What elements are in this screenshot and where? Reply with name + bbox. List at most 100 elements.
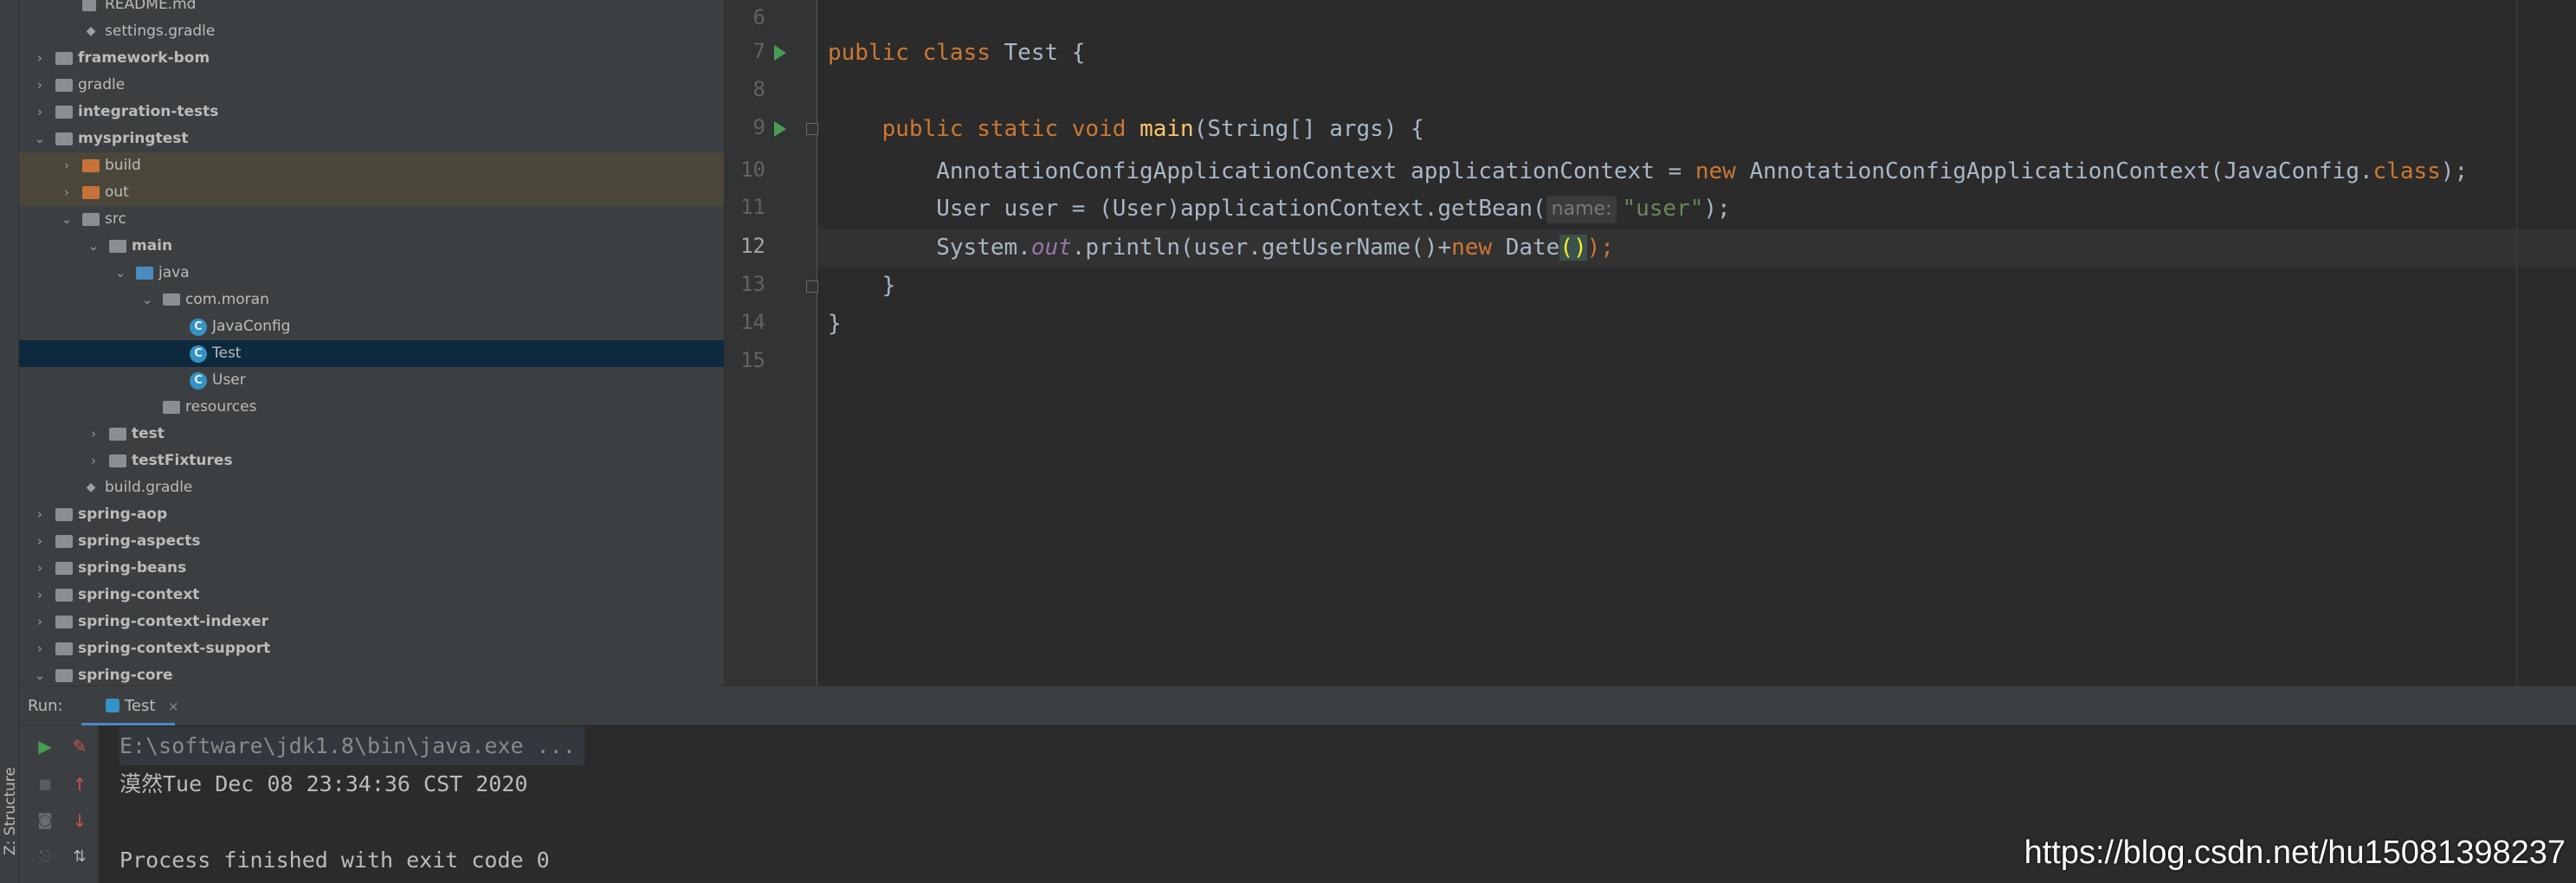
- console-line-command[interactable]: E:\software\jdk1.8\bin\java.exe ...: [119, 727, 584, 765]
- chevron-down-icon[interactable]: ⌄: [33, 662, 47, 686]
- tree-item-settings-gradle[interactable]: ◆ settings.gradle: [19, 18, 726, 45]
- stop-icon[interactable]: ■: [33, 772, 57, 796]
- clear-output-icon[interactable]: ✎: [68, 734, 92, 758]
- tree-item-readme-md[interactable]: README.md: [19, 0, 726, 18]
- line-number: 14: [740, 310, 765, 334]
- fold-end-icon[interactable]: [806, 280, 818, 293]
- line-number: 11: [740, 195, 765, 219]
- run-main-icon[interactable]: [774, 121, 786, 137]
- tree-item-label: resources: [185, 398, 257, 416]
- folder-icon: [55, 52, 73, 65]
- folder-icon: [82, 213, 100, 226]
- camera-icon[interactable]: ◙: [33, 809, 57, 833]
- exit-icon[interactable]: ⎋: [33, 845, 57, 869]
- chevron-down-icon[interactable]: ⌄: [87, 233, 100, 260]
- tree-item-com-moran[interactable]: ⌄ com.moran: [19, 287, 726, 313]
- tree-item-test[interactable]: › test: [19, 421, 726, 448]
- folder-icon: [163, 401, 180, 414]
- tree-item-gradle[interactable]: › gradle: [19, 72, 726, 99]
- folder-icon: [55, 132, 73, 145]
- chevron-right-icon[interactable]: ›: [33, 501, 47, 528]
- fold-start-icon[interactable]: [806, 123, 818, 135]
- chevron-right-icon[interactable]: ›: [87, 421, 100, 448]
- chevron-right-icon[interactable]: ›: [60, 179, 74, 206]
- code-line-14: }: [828, 311, 842, 337]
- chevron-right-icon[interactable]: ›: [33, 582, 47, 609]
- tree-item-spring-context-support[interactable]: › spring-context-support: [19, 635, 726, 662]
- tree-item-label: User: [212, 371, 246, 389]
- line-number: 6: [752, 5, 765, 29]
- tree-item-main[interactable]: ⌄ main: [19, 233, 726, 260]
- chevron-right-icon[interactable]: ›: [33, 72, 47, 99]
- tree-item-framework-bom[interactable]: › framework-bom: [19, 45, 726, 72]
- run-class-icon[interactable]: [774, 45, 786, 61]
- structure-tab-label: Z: Structure: [2, 767, 19, 855]
- tree-item-myspringtest[interactable]: ⌄ myspringtest: [19, 126, 726, 152]
- line-number: 8: [752, 77, 765, 101]
- chevron-down-icon[interactable]: ⌄: [113, 260, 127, 287]
- tree-item-label: framework-bom: [78, 49, 210, 67]
- right-margin-guide: [2516, 0, 2517, 686]
- close-icon[interactable]: ×: [168, 686, 179, 726]
- arrow-up-icon[interactable]: ↑: [68, 772, 92, 796]
- tree-item-label: spring-aspects: [78, 532, 201, 550]
- editor-gutter: 6 7 8 9 10 11 12 13 14 15: [726, 0, 818, 686]
- rerun-icon[interactable]: ▶: [33, 734, 57, 758]
- folder-icon: [109, 240, 126, 253]
- tree-item-spring-aspects[interactable]: › spring-aspects: [19, 528, 726, 555]
- tree-item-testfixtures[interactable]: › testFixtures: [19, 448, 726, 474]
- left-tool-strip: Z: Structure: [0, 0, 19, 883]
- tree-item-label: spring-context-support: [78, 640, 271, 657]
- structure-tool-tab[interactable]: Z: Structure: [0, 762, 19, 866]
- line-number: 9: [752, 115, 765, 139]
- sort-icon[interactable]: ⇅: [68, 845, 92, 869]
- package-icon: [163, 293, 180, 306]
- tree-item-build-gradle[interactable]: ◆ build.gradle: [19, 474, 726, 501]
- watermark: https://blog.csdn.net/hu15081398237: [2024, 835, 2566, 871]
- chevron-right-icon[interactable]: ›: [33, 528, 47, 555]
- tree-item-label: Test: [212, 345, 242, 362]
- console-line-exit: Process finished with exit code 0: [119, 848, 550, 873]
- tree-item-label: spring-context: [78, 586, 200, 603]
- code-line-9: public static void main(String[] args) {: [881, 116, 1424, 142]
- tree-item-build[interactable]: › build: [19, 152, 726, 179]
- markdown-file-icon: [82, 0, 96, 11]
- tree-item-src[interactable]: ⌄ src: [19, 206, 726, 233]
- tree-item-spring-context-indexer[interactable]: › spring-context-indexer: [19, 609, 726, 635]
- tree-item-java[interactable]: ⌄ java: [19, 260, 726, 287]
- tree-item-test[interactable]: C Test: [19, 340, 726, 367]
- chevron-right-icon[interactable]: ›: [87, 448, 100, 474]
- tree-item-user[interactable]: C User: [19, 367, 726, 394]
- folder-icon: [55, 562, 73, 575]
- tree-item-resources[interactable]: resources: [19, 394, 726, 421]
- chevron-down-icon[interactable]: ⌄: [60, 206, 74, 233]
- tree-item-spring-context[interactable]: › spring-context: [19, 582, 726, 609]
- line-number: 12: [740, 234, 765, 258]
- chevron-right-icon[interactable]: ›: [33, 609, 47, 635]
- tree-item-label: spring-aop: [78, 506, 168, 523]
- chevron-right-icon[interactable]: ›: [33, 99, 47, 126]
- tree-item-label: test: [132, 425, 165, 442]
- tree-item-out[interactable]: › out: [19, 179, 726, 206]
- code-line-13: }: [881, 273, 896, 299]
- code-editor[interactable]: 6 7 8 9 10 11 12 13 14 15 public class Test { pub…: [726, 0, 2576, 686]
- chevron-right-icon[interactable]: ›: [33, 45, 47, 72]
- run-window-header: Run: Test ×: [19, 686, 2576, 726]
- tree-item-spring-aop[interactable]: › spring-aop: [19, 501, 726, 528]
- tree-item-javaconfig[interactable]: C JavaConfig: [19, 313, 726, 340]
- chevron-down-icon[interactable]: ⌄: [33, 126, 47, 152]
- chevron-down-icon[interactable]: ⌄: [140, 287, 154, 313]
- parameter-hint: name:: [1546, 195, 1617, 223]
- java-class-icon: C: [190, 319, 207, 336]
- arrow-down-icon[interactable]: ↓: [68, 809, 92, 833]
- chevron-right-icon[interactable]: ›: [33, 555, 47, 582]
- chevron-right-icon[interactable]: ›: [60, 152, 74, 179]
- tree-item-integration-tests[interactable]: › integration-tests: [19, 99, 726, 126]
- java-class-icon: C: [190, 372, 207, 390]
- run-tab-test[interactable]: Test ×: [81, 686, 179, 726]
- tree-item-spring-core[interactable]: ⌄ spring-core: [19, 662, 726, 686]
- excluded-folder-icon: [82, 186, 100, 199]
- code-line-7: public class Test {: [828, 40, 1086, 66]
- tree-item-spring-beans[interactable]: › spring-beans: [19, 555, 726, 582]
- chevron-right-icon[interactable]: ›: [33, 635, 47, 662]
